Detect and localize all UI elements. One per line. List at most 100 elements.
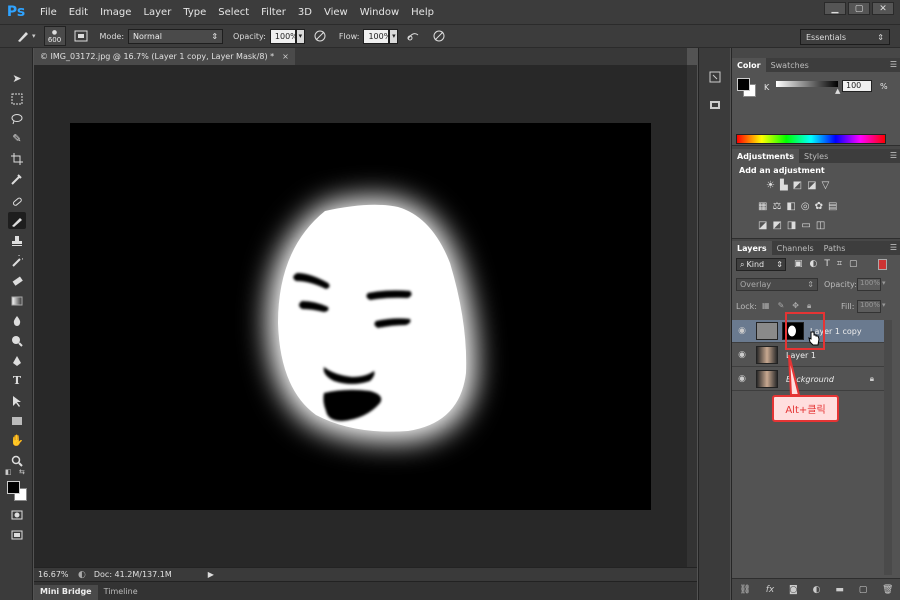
menu-layer[interactable]: Layer [143, 7, 171, 18]
pressure-opacity-icon[interactable] [311, 27, 329, 45]
layer-thumbnail[interactable] [756, 322, 778, 340]
menu-file[interactable]: File [40, 7, 57, 18]
mode-select[interactable]: Normal ⇕ [128, 28, 224, 44]
channel-mixer-icon[interactable]: ✿ [815, 201, 823, 212]
gradient-map-icon[interactable]: ▭ [801, 220, 810, 231]
lasso-tool-icon[interactable] [8, 110, 26, 127]
new-adjustment-layer-icon[interactable]: ◐ [813, 585, 821, 595]
marquee-tool-icon[interactable] [8, 90, 26, 107]
k-slider-handle-icon[interactable]: ▲ [835, 87, 840, 95]
layer-visibility-eye-icon[interactable]: ◉ [732, 374, 752, 384]
delete-layer-icon[interactable]: 🗑︎ [882, 585, 893, 595]
new-group-icon[interactable]: ▬ [835, 585, 844, 595]
properties-panel-icon[interactable] [706, 96, 724, 114]
tab-swatches[interactable]: Swatches [766, 58, 814, 72]
color-panel-menu-icon[interactable]: ☰ [890, 60, 897, 69]
selective-color-icon[interactable]: ◫ [816, 220, 825, 231]
filter-smart-object-icon[interactable]: ▢ [849, 259, 858, 269]
levels-icon[interactable]: ▙ [780, 180, 788, 191]
airbrush-icon[interactable] [404, 27, 422, 45]
healing-brush-tool-icon[interactable] [8, 193, 26, 210]
layer-thumbnail[interactable] [756, 370, 778, 388]
menu-edit[interactable]: Edit [69, 7, 88, 18]
threshold-icon[interactable]: ◨ [787, 220, 796, 231]
brush-preset-icon[interactable] [14, 27, 32, 45]
swap-colors-icon[interactable]: ⇆ [19, 468, 25, 476]
link-layers-icon[interactable]: ⛓ [739, 585, 750, 595]
layer-filter-select[interactable]: ⌕ Kind ⇕ [736, 258, 786, 271]
gradient-tool-icon[interactable] [8, 292, 26, 309]
adjustments-panel-menu-icon[interactable]: ☰ [890, 151, 897, 160]
menu-window[interactable]: Window [360, 7, 399, 18]
brush-panel-icon[interactable] [72, 27, 90, 45]
lock-transparent-icon[interactable]: ▦ [762, 301, 770, 311]
zoom-level[interactable]: 16.67% [38, 570, 69, 579]
layers-panel-menu-icon[interactable]: ☰ [890, 243, 897, 252]
type-tool-icon[interactable]: T [8, 372, 26, 389]
k-value-input[interactable]: 100 [842, 80, 872, 92]
layer-opacity-input[interactable]: 100% [857, 278, 881, 291]
quick-mask-icon[interactable] [8, 506, 26, 523]
status-menu-arrow-icon[interactable]: ▶ [208, 570, 214, 579]
filter-pixel-icon[interactable]: ▣ [794, 259, 803, 269]
brush-tool-icon[interactable] [8, 212, 26, 229]
filter-shape-icon[interactable]: ⌗ [837, 259, 842, 269]
curves-icon[interactable]: ◩ [793, 180, 802, 191]
quick-selection-tool-icon[interactable]: ✎ [8, 130, 26, 147]
path-selection-tool-icon[interactable] [8, 392, 26, 409]
layer-visibility-eye-icon[interactable]: ◉ [732, 326, 752, 336]
color-fg-swatch[interactable] [737, 78, 750, 91]
tab-color[interactable]: Color [732, 58, 766, 72]
status-info-icon[interactable]: ◐ [78, 570, 86, 580]
close-button[interactable]: ✕ [872, 2, 894, 15]
add-mask-icon[interactable]: ◙ [789, 585, 798, 595]
tab-mini-bridge[interactable]: Mini Bridge [34, 585, 98, 600]
zoom-tool-icon[interactable] [8, 452, 26, 469]
color-balance-icon[interactable]: ⚖ [772, 201, 781, 212]
color-spectrum-ramp[interactable] [736, 134, 886, 144]
layer-row-background[interactable]: ◉ Background 🔒︎ [732, 368, 884, 391]
layer-thumbnail[interactable] [756, 346, 778, 364]
brush-preset-chevron-icon[interactable]: ▾ [32, 32, 36, 40]
tab-layers[interactable]: Layers [732, 241, 772, 255]
posterize-icon[interactable]: ◩ [772, 220, 781, 231]
history-brush-tool-icon[interactable] [8, 252, 26, 269]
lock-position-icon[interactable]: ✥ [792, 301, 799, 311]
pen-tool-icon[interactable] [8, 352, 26, 369]
lock-pixels-icon[interactable]: ✎ [778, 301, 785, 311]
foreground-color-swatch[interactable] [7, 481, 20, 494]
black-white-icon[interactable]: ◧ [786, 201, 795, 212]
brush-size-picker[interactable]: ● 600 [43, 26, 66, 46]
default-colors-icon[interactable]: ◧ [5, 468, 12, 476]
opacity-input[interactable]: 100% [269, 28, 298, 44]
hand-tool-icon[interactable]: ✋ [8, 432, 26, 449]
k-slider[interactable] [776, 81, 838, 87]
fill-dropdown-icon[interactable]: ▾ [882, 301, 886, 309]
tab-channels[interactable]: Channels [772, 241, 819, 255]
brightness-contrast-icon[interactable]: ☀ [766, 180, 775, 191]
new-layer-icon[interactable]: ▢ [859, 585, 868, 595]
move-tool-icon[interactable]: ➤ [8, 70, 26, 87]
hue-saturation-icon[interactable]: ▦ [758, 201, 767, 212]
menu-view[interactable]: View [324, 7, 348, 18]
maximize-button[interactable]: ▢ [848, 2, 870, 15]
pressure-size-icon[interactable] [430, 27, 448, 45]
close-tab-icon[interactable]: × [282, 52, 289, 61]
layers-scrollbar[interactable] [884, 320, 892, 575]
blur-tool-icon[interactable] [8, 312, 26, 329]
fill-input[interactable]: 100% [857, 300, 881, 313]
menu-help[interactable]: Help [411, 7, 434, 18]
screen-mode-icon[interactable] [8, 526, 26, 543]
menu-3d[interactable]: 3D [298, 7, 312, 18]
exposure-icon[interactable]: ◪ [807, 180, 816, 191]
layer-style-icon[interactable]: fx [766, 585, 775, 595]
photo-filter-icon[interactable]: ◎ [801, 201, 810, 212]
history-panel-icon[interactable] [706, 68, 724, 86]
filter-toggle[interactable] [878, 259, 887, 270]
tab-adjustments[interactable]: Adjustments [732, 149, 799, 163]
filter-type-icon[interactable]: T [824, 259, 830, 269]
filter-adjustment-icon[interactable]: ◐ [810, 259, 818, 269]
blend-mode-select[interactable]: Overlay ⇕ [736, 278, 818, 291]
menu-type[interactable]: Type [183, 7, 206, 18]
eraser-tool-icon[interactable] [8, 272, 26, 289]
